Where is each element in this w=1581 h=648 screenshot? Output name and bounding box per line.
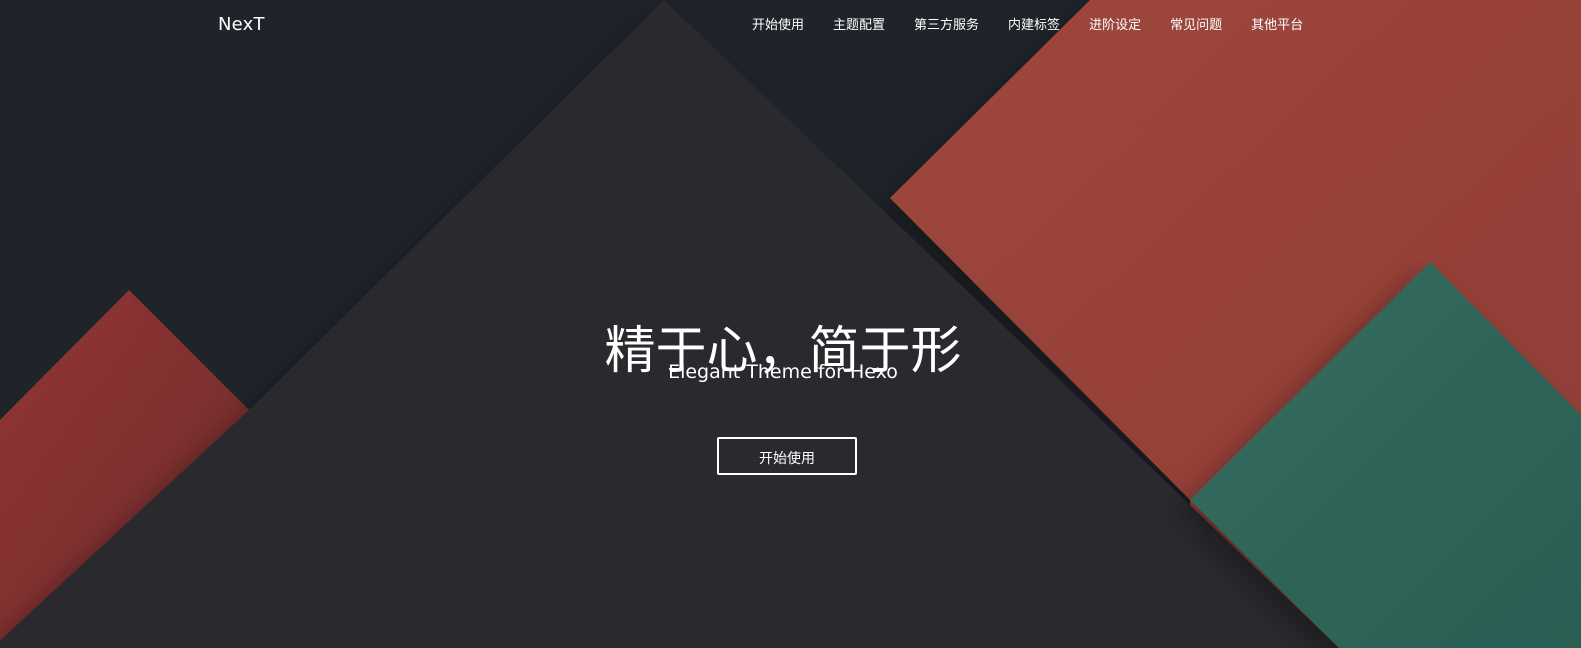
hero-content: 精于心，简于形 Elegant Theme for Hexo 开始使用 [0,0,1581,648]
hero-section: NexT 开始使用 主题配置 第三方服务 内建标签 进阶设定 常见问题 其他平台… [0,0,1581,648]
get-started-button[interactable]: 开始使用 [717,437,857,475]
hero-subtitle: Elegant Theme for Hexo [668,361,898,383]
